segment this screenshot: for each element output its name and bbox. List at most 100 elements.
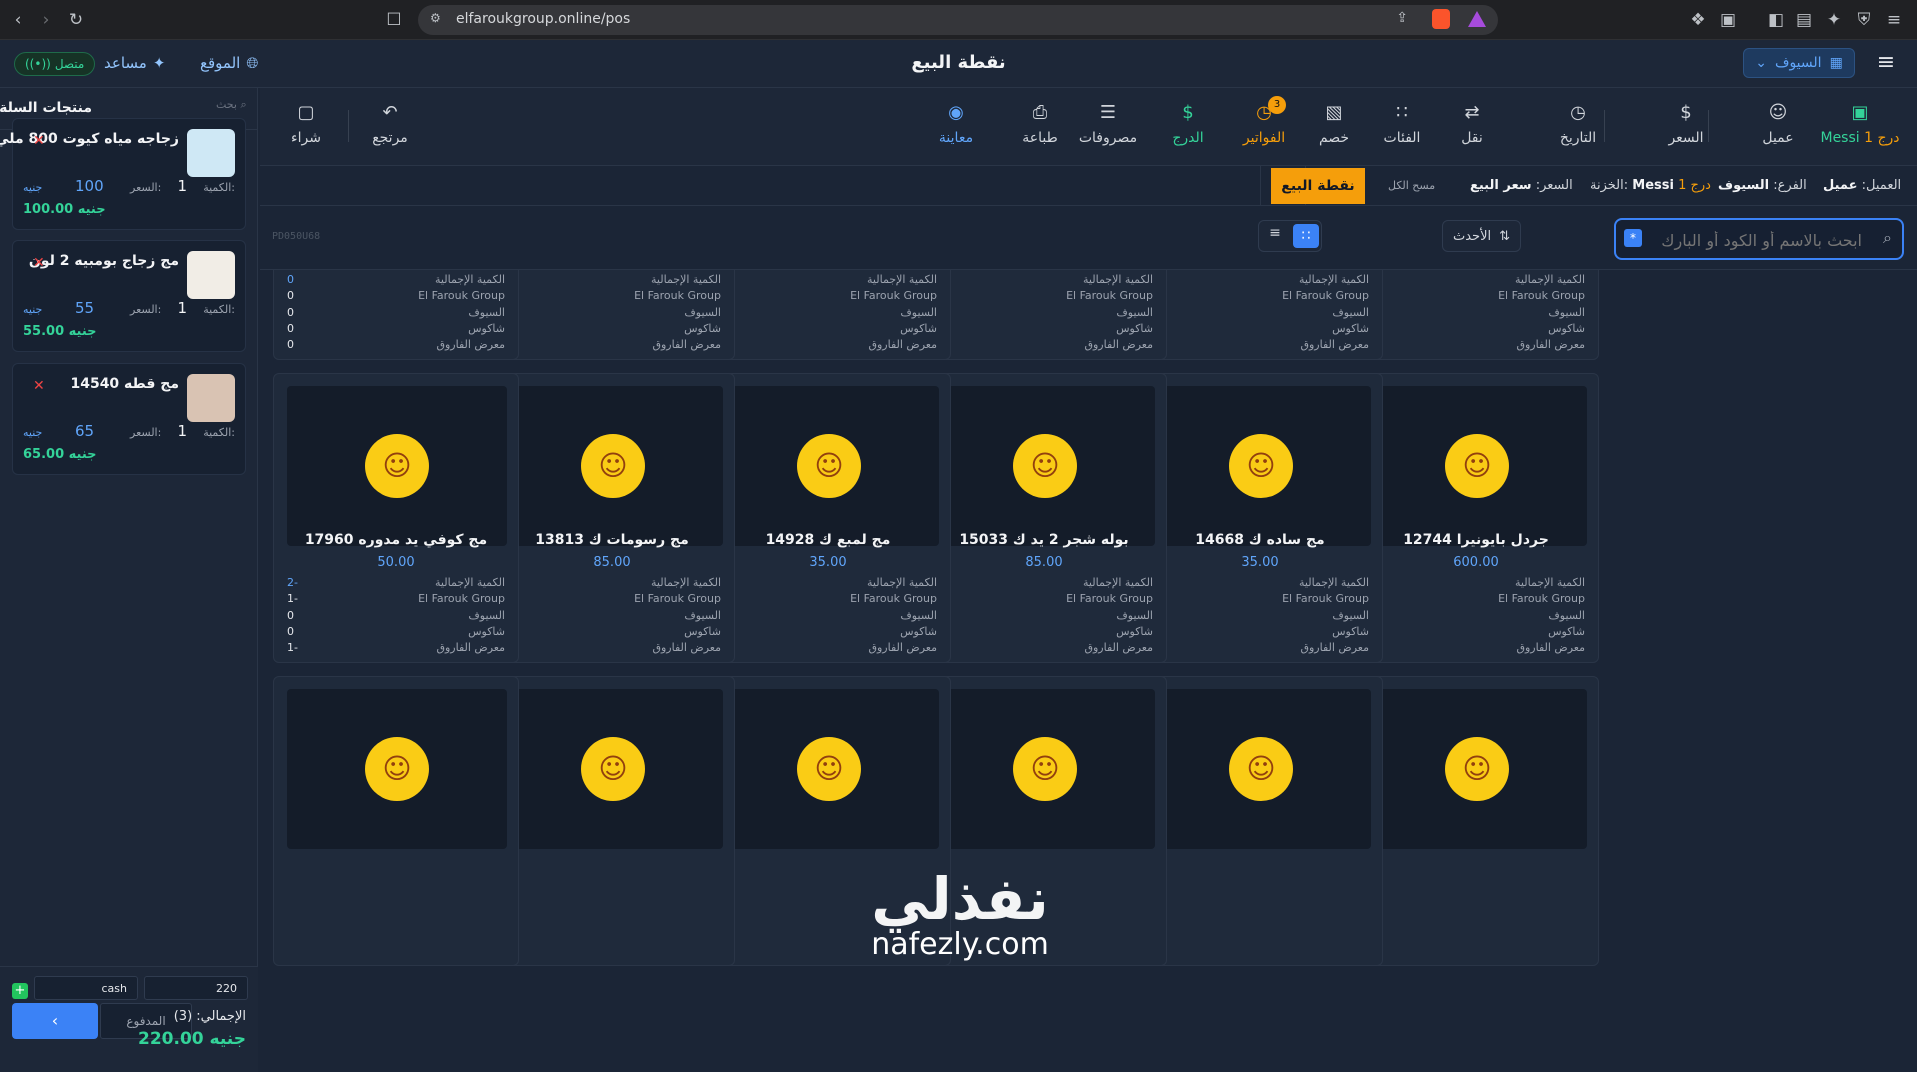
product-card[interactable]: فوطه 6 قطع45.00الكمية الإجمالية0El Farou… — [273, 270, 519, 360]
product-card[interactable]: ☺ — [489, 676, 735, 966]
browser-menu-icon[interactable]: ≡ — [1882, 8, 1906, 32]
toolbar-discount[interactable]: ▧ خصم — [1294, 102, 1374, 146]
product-card[interactable]: ☺ — [273, 676, 519, 966]
stock-row: السيوف0 — [503, 609, 721, 625]
product-card[interactable]: ☺ مج ساده ك 14668 35.00 الكمية الإجمالية1-E… — [1137, 373, 1383, 663]
toolbar-transfer[interactable]: ⇄ نقل — [1432, 102, 1512, 146]
remove-item-icon[interactable]: ✕ — [33, 378, 45, 394]
payment-method-select[interactable]: cash — [34, 976, 138, 1000]
stock-row: شاكوس0 — [935, 625, 1153, 641]
cart-item-qty[interactable]: 1 — [177, 299, 187, 317]
toolbar-print[interactable]: ⎙ طباعة — [1000, 102, 1080, 146]
status-text: متصل — [54, 57, 85, 71]
toolbar-price[interactable]: $ السعر — [1646, 102, 1726, 146]
product-card[interactable]: ☺ مج كوفي يد مدوره 17960 50.00 الكمية الإجم… — [273, 373, 519, 663]
toolbar-drawer[interactable]: $ الدرج — [1148, 102, 1228, 146]
stock-row: معرض الفاروق0 — [935, 338, 1153, 354]
product-card[interactable]: ☺ مج رسومات ك 13813 85.00 الكمية الإجمالية0… — [489, 373, 735, 663]
product-search[interactable]: * ⌕ — [1614, 218, 1904, 260]
stock-row: El Farouk Group0 — [1151, 592, 1369, 608]
toolbar-categories[interactable]: ∷ الفئات — [1362, 102, 1442, 146]
vpn-icon[interactable]: ⛨ — [1852, 8, 1876, 32]
share-icon[interactable]: ⇪ — [1396, 10, 1408, 26]
product-card[interactable]: طاجن اكتيف1250.00الكمية الإجمالية1-El Fa… — [1137, 270, 1383, 360]
product-card[interactable]: ☺ بوله شجر 2 يد ك 15033 85.00 الكمية الإجما… — [921, 373, 1167, 663]
wallet-icon[interactable]: ▤ — [1792, 8, 1816, 32]
leo-ai-icon[interactable]: ✦ — [1822, 8, 1846, 32]
cart-search[interactable]: بحث ⌕ — [216, 98, 250, 120]
product-card[interactable]: ☺ جردل بايونيرا 12744 600.00 الكمية الإجمال… — [1353, 373, 1599, 663]
sort-select[interactable]: الأحدث ⇅ — [1442, 220, 1522, 252]
toolbar-preview[interactable]: ◉ معاينة — [916, 102, 996, 146]
toolbar-purchase[interactable]: ▢ شراء — [266, 102, 346, 146]
forward-icon[interactable]: › — [34, 8, 58, 32]
categories-label: الفئات — [1383, 130, 1421, 146]
add-payment-button[interactable]: + — [12, 983, 28, 999]
product-card[interactable]: فوطه خروف40.00الكمية الإجمالية2-El Farou… — [705, 270, 951, 360]
address-bar[interactable]: ⚙ elfaroukgroup.online/pos ⇪ — [418, 5, 1498, 35]
site-link[interactable]: الموقع 🌐︎ — [200, 54, 258, 72]
product-card[interactable]: طقم مشكل نيو كلاين2750.00الكمية الإجمالي… — [1353, 270, 1599, 360]
brave-shield-icon[interactable] — [1432, 9, 1450, 29]
stock-label: شاكوس — [1332, 321, 1369, 335]
cart-item[interactable]: مج زجاج بومبيه 2 لون ✕ الكمية: 1 السعر: 55 جني… — [12, 240, 246, 352]
extensions-icon[interactable]: ❖ — [1686, 8, 1710, 32]
toolbar-return[interactable]: ↶ مرتجع — [350, 102, 430, 146]
sort-label: الأحدث — [1453, 228, 1492, 244]
grid-icon: ∷ — [1396, 102, 1408, 123]
placeholder-smiley-icon: ☺ — [1229, 434, 1293, 498]
tab-pos[interactable]: نقطة البيع — [1271, 168, 1365, 204]
toolbar-safe[interactable]: ▣ Messi درج 1 — [1820, 102, 1900, 146]
cart-item-price[interactable]: 65 — [75, 422, 94, 440]
payment-amount-input[interactable]: 220 — [144, 976, 248, 1000]
site-settings-icon[interactable]: ⚙ — [430, 11, 441, 25]
bookmark-icon[interactable]: ☐ — [382, 8, 406, 32]
screenshot-icon[interactable]: ▣ — [1716, 8, 1740, 32]
grid-view-icon[interactable]: ∷ — [1293, 224, 1319, 248]
currency-label: جنيه — [23, 181, 43, 194]
product-card[interactable]: ☺ — [1137, 676, 1383, 966]
product-card[interactable]: ☺ — [1353, 676, 1599, 966]
cart-item-qty[interactable]: 1 — [177, 177, 187, 195]
toolbar-date[interactable]: ◷ التاريخ — [1538, 102, 1618, 146]
invoices-clock-icon: ◷ 3 — [1224, 96, 1304, 124]
product-card[interactable]: زجاجه مياه كيوت 800 ملي100.00الكمية الإج… — [489, 270, 735, 360]
assistant-label: مساعد — [104, 54, 147, 72]
checkout-arrow-button[interactable]: ‹ — [12, 1003, 98, 1039]
product-price: 50.00 — [377, 555, 415, 570]
menu-icon[interactable]: ≡ — [1872, 50, 1900, 78]
sidebar-icon[interactable]: ◧ — [1764, 8, 1788, 32]
cart-item-price[interactable]: 55 — [75, 299, 94, 317]
barcode-mode-icon[interactable]: * — [1624, 229, 1642, 247]
search-input[interactable] — [1652, 228, 1862, 252]
back-icon[interactable]: ‹ — [6, 8, 30, 32]
cart-item[interactable]: زجاجه مياه كيوت 800 ملي ✕ الكمية: 1 السعر: 10… — [0, 118, 246, 230]
cart-item[interactable]: مج قطه 14540 ✕ الكمية: 1 السعر: 65 جنيه 65.00 ج… — [12, 363, 246, 475]
assistant-link[interactable]: مساعد ✦ — [104, 54, 165, 72]
product-card[interactable]: صنيه كبسه كبيره285.00الكمية الإجمالية1-E… — [921, 270, 1167, 360]
stock-label: El Farouk Group — [1282, 289, 1369, 303]
product-card[interactable]: ☺ مج لمبع ك 14928 35.00 الكمية الإجمالية0El… — [705, 373, 951, 663]
toolbar-invoices[interactable]: ◷ 3 الفواتير — [1224, 96, 1304, 146]
site-label: الموقع — [200, 54, 241, 72]
stock-label: شاكوس — [1116, 321, 1153, 335]
rewards-icon[interactable] — [1468, 11, 1486, 27]
stock-label: معرض الفاروق — [868, 641, 937, 655]
customer-info[interactable]: العميل: عميل — [1823, 178, 1901, 193]
stock-row: معرض الفاروق 1- — [287, 641, 505, 657]
stock-label: الكمية الإجمالية — [1299, 273, 1369, 286]
clear-all-button[interactable]: مسح الكل — [1388, 179, 1435, 192]
list-view-icon[interactable]: ≡ — [1263, 225, 1287, 247]
cart-item-qty[interactable]: 1 — [177, 422, 187, 440]
toolbar-expenses[interactable]: ☰ مصروفات — [1068, 102, 1148, 146]
remove-item-icon[interactable]: ✕ — [33, 255, 45, 271]
wifi-icon: ((•)) — [25, 57, 51, 71]
remove-item-icon[interactable]: ✕ — [33, 133, 45, 149]
purchase-label: شراء — [291, 130, 321, 146]
cart-item-price[interactable]: 100 — [75, 177, 104, 195]
cart-search-placeholder: بحث — [216, 98, 237, 111]
branch-select[interactable]: ⌄ السيوف ▦ — [1743, 48, 1855, 78]
reload-icon[interactable]: ↻ — [64, 8, 88, 32]
stock-label: El Farouk Group — [418, 289, 505, 303]
toolbar-customer[interactable]: ☺ عميل — [1738, 102, 1818, 146]
